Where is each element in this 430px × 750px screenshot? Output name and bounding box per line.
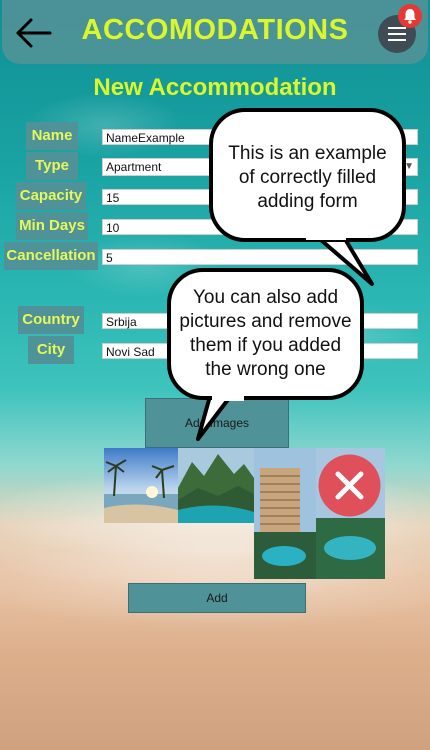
bell-icon [404,9,416,24]
type-select-value: Apartment [106,160,162,174]
close-x-icon [318,454,381,517]
mountain-coast-photo [178,448,254,523]
remove-image-button[interactable] [317,453,382,518]
page-title: New Accommodation [93,74,337,101]
min-days-label: Min Days [16,212,88,240]
image-thumbnail-resort[interactable] [254,448,316,579]
image-thumbnail-mountain[interactable] [178,448,254,523]
image-thumbnail-beach[interactable] [104,448,178,523]
tooltip-pictures: You can also add pictures and remove the… [167,268,364,400]
type-label: Type [26,152,78,180]
tooltip-example-form: This is an example of correctly filled a… [209,108,406,242]
city-label: City [28,336,74,364]
cancellation-label: Cancellation [4,242,98,270]
app-title: ACCOMODATIONS [81,14,349,46]
country-label: Country [18,306,84,334]
capacity-label: Capacity [16,182,86,210]
name-label: Name [26,122,78,150]
notification-button[interactable] [398,4,422,28]
resort-hotel-photo [254,448,316,579]
add-button[interactable]: Add [128,583,306,613]
beach-palms-photo [104,448,178,523]
